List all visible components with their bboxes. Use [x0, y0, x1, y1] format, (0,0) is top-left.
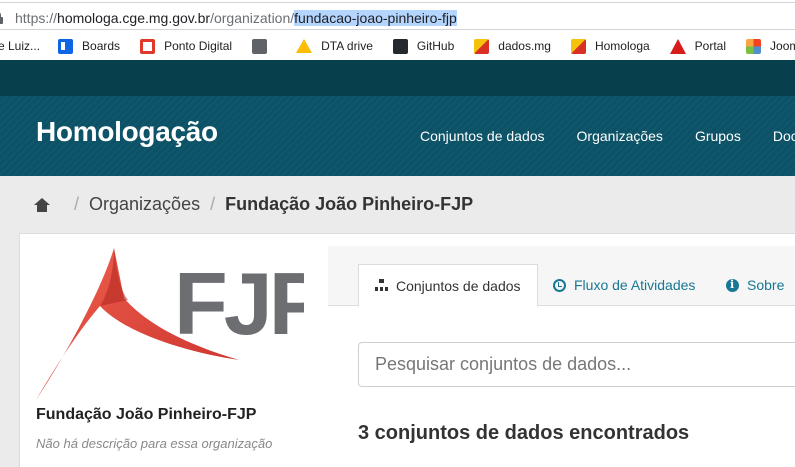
account-strip — [0, 60, 795, 96]
dados-icon — [570, 38, 586, 54]
url-selected-slug: fundacao-joao-pinheiro-fjp — [294, 10, 457, 26]
url-field[interactable]: https://homologa.cge.mg.gov.br/organizat… — [0, 2, 795, 30]
clock-icon — [553, 278, 566, 292]
nav-organizations[interactable]: Organizações — [577, 128, 663, 144]
bookmark-globe[interactable] — [252, 34, 276, 58]
tab-strip: Conjuntos de dados Fluxo de Atividades S… — [328, 246, 795, 307]
home-icon[interactable] — [34, 197, 50, 212]
bookmark-label: Joomla PdT — [770, 39, 795, 53]
bookmark-label: e Luiz... — [0, 39, 41, 53]
globe-icon — [252, 38, 268, 54]
url-path: /organization/ — [210, 10, 295, 26]
org-description: Não há descrição para essa organização — [36, 436, 273, 451]
org-logo[interactable]: FJP — [34, 242, 304, 402]
tab-activity-stream[interactable]: Fluxo de Atividades — [553, 264, 695, 306]
bookmark-label: Ponto Digital — [164, 39, 233, 53]
bookmark-label: DTA drive — [321, 39, 373, 53]
bookmark-boards[interactable]: Boards — [58, 34, 120, 58]
bookmark-dta-drive[interactable]: DTA drive — [296, 34, 373, 58]
url-host: homologa.cge.mg.gov.br — [57, 10, 211, 26]
github-icon — [392, 38, 408, 54]
results-count: 3 conjuntos de dados encontrados — [358, 422, 690, 444]
tab-label: Sobre — [747, 277, 785, 293]
tab-label: Conjuntos de dados — [396, 277, 521, 294]
nav-docs[interactable]: Doc — [773, 128, 795, 144]
nav-groups[interactable]: Grupos — [695, 128, 741, 144]
breadcrumb-organizations[interactable]: Organizações — [89, 194, 200, 215]
bookmarks-bar: e Luiz... Boards Ponto Digital DTA drive… — [0, 32, 795, 60]
search-input[interactable] — [359, 343, 795, 386]
breadcrumb: / Organizações / Fundação João Pinheiro-… — [34, 194, 473, 215]
lock-icon[interactable] — [0, 12, 3, 24]
logo-text: FJP — [174, 254, 304, 353]
site-title[interactable]: Homologação — [36, 116, 218, 148]
bookmark-luiz[interactable]: e Luiz... — [0, 34, 40, 58]
tab-datasets[interactable]: Conjuntos de dados — [358, 264, 538, 307]
breadcrumb-separator: / — [74, 194, 80, 214]
org-sidebar: FJP Fundação João Pinheiro-FJP Não há de… — [19, 233, 313, 467]
dataset-search — [358, 342, 795, 387]
portal-icon — [669, 38, 686, 54]
info-icon — [726, 278, 739, 292]
tab-label: Fluxo de Atividades — [574, 277, 696, 293]
org-name: Fundação João Pinheiro-FJP — [36, 406, 257, 423]
sitemap-icon — [375, 279, 388, 292]
breadcrumb-current[interactable]: Fundação João Pinheiro-FJP — [225, 194, 473, 215]
masthead: Homologação Conjuntos de dados Organizaç… — [0, 96, 795, 176]
bookmark-dados-mg[interactable]: dados.mg — [474, 34, 551, 58]
url-prefix: https:// — [15, 10, 58, 26]
main-panel: Conjuntos de dados Fluxo de Atividades S… — [312, 233, 795, 467]
bookmark-label: GitHub — [416, 39, 455, 53]
g-logo-icon — [140, 38, 156, 54]
bookmark-ponto-digital[interactable]: Ponto Digital — [140, 34, 232, 58]
bookmark-github[interactable]: GitHub — [392, 34, 455, 58]
joomla-icon — [746, 38, 762, 54]
url-text[interactable]: https://homologa.cge.mg.gov.br/organizat… — [15, 10, 457, 26]
nav-datasets[interactable]: Conjuntos de dados — [420, 128, 545, 144]
breadcrumb-separator: / — [210, 194, 216, 214]
bookmark-homologa[interactable]: Homologa — [570, 34, 650, 58]
drive-icon — [296, 39, 313, 53]
bookmark-label: Homologa — [594, 39, 650, 53]
tab-about[interactable]: Sobre — [726, 264, 784, 306]
dados-icon — [474, 38, 490, 54]
bookmark-label: dados.mg — [498, 39, 551, 53]
browser-address-bar: https://homologa.cge.mg.gov.br/organizat… — [0, 0, 795, 32]
bookmark-portal[interactable]: Portal — [669, 34, 727, 58]
bookmark-joomla[interactable]: Joomla PdT — [746, 34, 795, 58]
trello-icon — [58, 38, 74, 54]
bookmark-label: Portal — [694, 39, 727, 53]
bookmark-label: Boards — [82, 39, 121, 53]
main-nav: Conjuntos de dados Organizações Grupos D… — [420, 128, 795, 144]
